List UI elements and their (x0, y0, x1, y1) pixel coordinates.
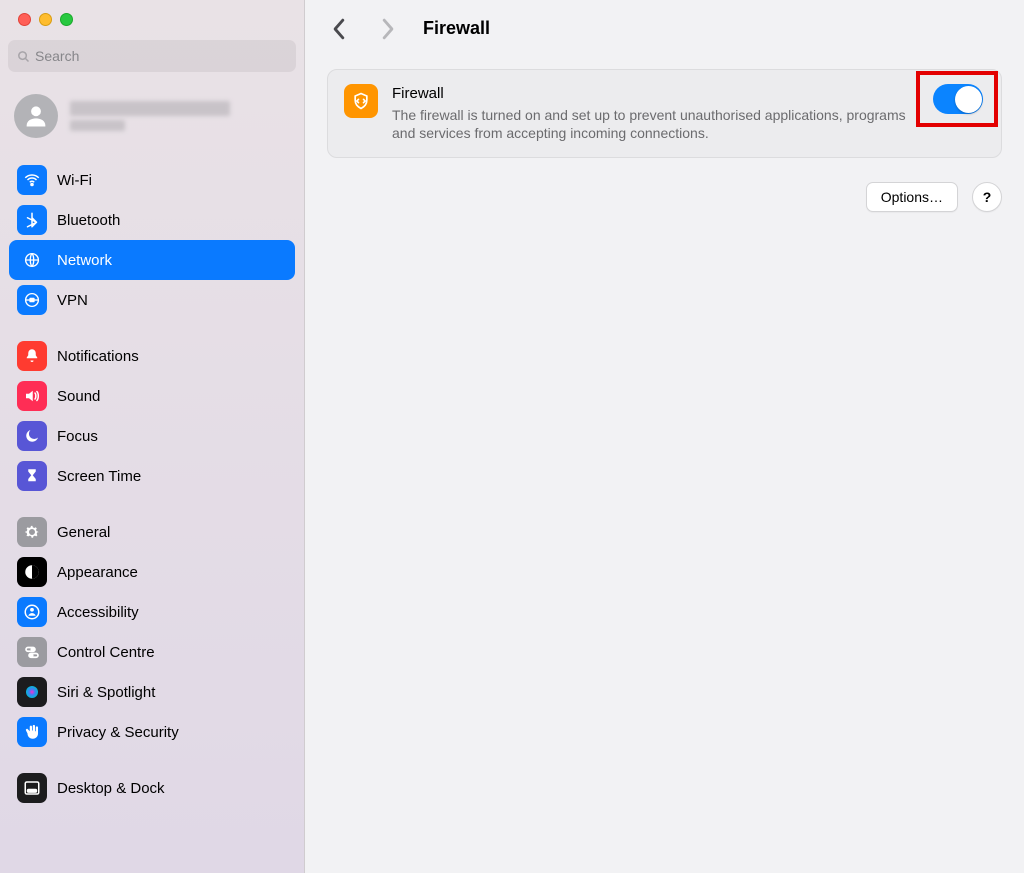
sidebar-nav: Wi-Fi Bluetooth Network VPN Notifications Sou… (8, 152, 296, 816)
sidebar-item-siri-spotlight[interactable]: Siri & Spotlight (9, 672, 295, 712)
minimise-window-button[interactable] (39, 13, 52, 26)
sidebar-item-label: Appearance (57, 564, 138, 581)
sidebar-item-network[interactable]: Network (9, 240, 295, 280)
back-button[interactable] (327, 17, 351, 41)
content: Firewall The firewall is turned on and s… (305, 57, 1024, 224)
gear-icon (17, 517, 47, 547)
firewall-toggle[interactable] (933, 84, 983, 114)
bluetooth-icon (17, 205, 47, 235)
toggle-knob (955, 86, 982, 113)
main-pane: Firewall Firewall The firewall is turned… (305, 0, 1024, 873)
siri-icon (17, 677, 47, 707)
globe-icon (17, 245, 47, 275)
actions-row: Options… ? (327, 158, 1002, 212)
person-icon (17, 597, 47, 627)
sidebar-item-label: Screen Time (57, 468, 141, 485)
moon-icon (17, 421, 47, 451)
sidebar-item-screen-time[interactable]: Screen Time (9, 456, 295, 496)
apple-id-name (70, 101, 230, 131)
sidebar-item-label: Focus (57, 428, 98, 445)
sidebar-item-label: Network (57, 252, 112, 269)
sidebar-item-label: VPN (57, 292, 88, 309)
page-title: Firewall (423, 18, 490, 39)
sidebar-item-sound[interactable]: Sound (9, 376, 295, 416)
vpn-icon (17, 285, 47, 315)
sidebar-group: General Appearance Accessibility Control Ce… (8, 504, 296, 760)
options-button[interactable]: Options… (866, 182, 958, 212)
sidebar-item-label: Desktop & Dock (57, 780, 165, 797)
sound-icon (17, 381, 47, 411)
sidebar-item-label: Control Centre (57, 644, 155, 661)
wifi-icon (17, 165, 47, 195)
firewall-panel: Firewall The firewall is turned on and s… (327, 69, 1002, 158)
sidebar: Search Wi-Fi Bluetooth Network VPN Notificat… (0, 0, 305, 873)
dock-icon (17, 773, 47, 803)
avatar (14, 94, 58, 138)
search-icon (16, 49, 31, 64)
switches-icon (17, 637, 47, 667)
hourglass-icon (17, 461, 47, 491)
firewall-icon (344, 84, 378, 118)
firewall-title: Firewall (392, 84, 915, 104)
firewall-description: The firewall is turned on and set up to … (392, 106, 915, 144)
sidebar-item-bluetooth[interactable]: Bluetooth (9, 200, 295, 240)
sidebar-group: Wi-Fi Bluetooth Network VPN (8, 152, 296, 328)
sidebar-item-wi-fi[interactable]: Wi-Fi (9, 160, 295, 200)
sidebar-item-label: Sound (57, 388, 100, 405)
sidebar-item-label: Privacy & Security (57, 724, 179, 741)
sidebar-item-label: Bluetooth (57, 212, 120, 229)
sidebar-item-label: Accessibility (57, 604, 139, 621)
contrast-icon (17, 557, 47, 587)
bell-icon (17, 341, 47, 371)
search-placeholder: Search (35, 48, 79, 64)
close-window-button[interactable] (18, 13, 31, 26)
search-input[interactable]: Search (8, 40, 296, 72)
sidebar-item-label: Notifications (57, 348, 139, 365)
sidebar-item-general[interactable]: General (9, 512, 295, 552)
sidebar-item-vpn[interactable]: VPN (9, 280, 295, 320)
apple-id-row[interactable] (8, 90, 296, 152)
zoom-window-button[interactable] (60, 13, 73, 26)
sidebar-item-control-centre[interactable]: Control Centre (9, 632, 295, 672)
hand-icon (17, 717, 47, 747)
sidebar-group: Notifications Sound Focus Screen Time (8, 328, 296, 504)
header: Firewall (305, 0, 1024, 57)
sidebar-item-privacy-security[interactable]: Privacy & Security (9, 712, 295, 752)
sidebar-item-label: Wi-Fi (57, 172, 92, 189)
sidebar-item-notifications[interactable]: Notifications (9, 336, 295, 376)
sidebar-group: Desktop & Dock (8, 760, 296, 816)
forward-button (375, 17, 399, 41)
window-controls (8, 7, 296, 40)
sidebar-item-desktop-dock[interactable]: Desktop & Dock (9, 768, 295, 808)
sidebar-item-focus[interactable]: Focus (9, 416, 295, 456)
help-button[interactable]: ? (972, 182, 1002, 212)
sidebar-item-label: General (57, 524, 110, 541)
firewall-text: Firewall The firewall is turned on and s… (392, 84, 985, 143)
sidebar-item-accessibility[interactable]: Accessibility (9, 592, 295, 632)
sidebar-item-appearance[interactable]: Appearance (9, 552, 295, 592)
sidebar-item-label: Siri & Spotlight (57, 684, 155, 701)
